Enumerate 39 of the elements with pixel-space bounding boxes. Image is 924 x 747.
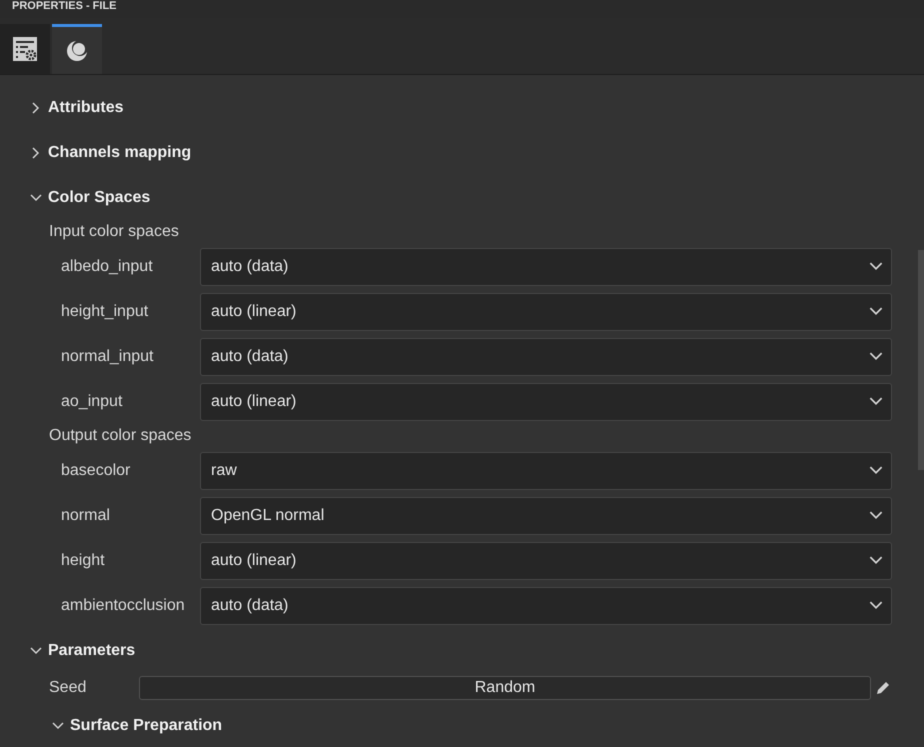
section-header[interactable]: Channels mapping xyxy=(48,140,192,164)
section-header[interactable]: Color Spaces xyxy=(48,186,150,210)
field-label: albedo_input xyxy=(61,256,154,276)
field-label: normal xyxy=(61,506,111,526)
caret-icon xyxy=(869,466,883,475)
caret-icon xyxy=(869,352,883,361)
tab[interactable] xyxy=(52,24,102,74)
group-label: Input color spaces xyxy=(49,222,179,242)
tab[interactable] xyxy=(0,24,50,74)
field-label: ambientocclusion xyxy=(61,596,186,616)
dropdown[interactable]: auto (data) xyxy=(200,338,892,376)
caret-icon xyxy=(869,511,883,520)
sphere-icon xyxy=(65,38,89,62)
caret-icon xyxy=(869,307,883,316)
caret-icon xyxy=(869,601,883,610)
settings-icon xyxy=(12,36,38,62)
dropdown[interactable]: raw xyxy=(200,452,892,490)
random-button[interactable]: Random xyxy=(139,676,871,700)
field-label: basecolor xyxy=(61,460,132,480)
group-label: Output color spaces xyxy=(49,426,192,446)
caret-icon xyxy=(869,397,883,406)
dropdown[interactable]: auto (linear) xyxy=(200,542,892,580)
caret-icon xyxy=(869,262,883,271)
window-title: PROPERTIES - FILE xyxy=(12,0,117,12)
section-header[interactable]: Surface Preparation xyxy=(70,714,222,738)
dropdown[interactable]: auto (data) xyxy=(200,586,892,624)
field-label: height_input xyxy=(61,302,150,322)
section-header[interactable]: Parameters xyxy=(48,638,136,662)
dropdown[interactable]: OpenGL normal xyxy=(200,496,892,534)
dropdown[interactable]: auto (data) xyxy=(200,248,892,286)
section-header[interactable]: Attributes xyxy=(48,96,124,120)
field-label: height xyxy=(61,550,106,570)
field-label: ao_input xyxy=(61,392,124,412)
pencil-icon[interactable] xyxy=(875,680,891,696)
caret-icon xyxy=(869,556,883,565)
field-label: normal_input xyxy=(61,346,154,366)
dropdown[interactable]: auto (linear) xyxy=(200,382,892,420)
field-label: Seed xyxy=(49,678,88,698)
dropdown[interactable]: auto (linear) xyxy=(200,292,892,330)
